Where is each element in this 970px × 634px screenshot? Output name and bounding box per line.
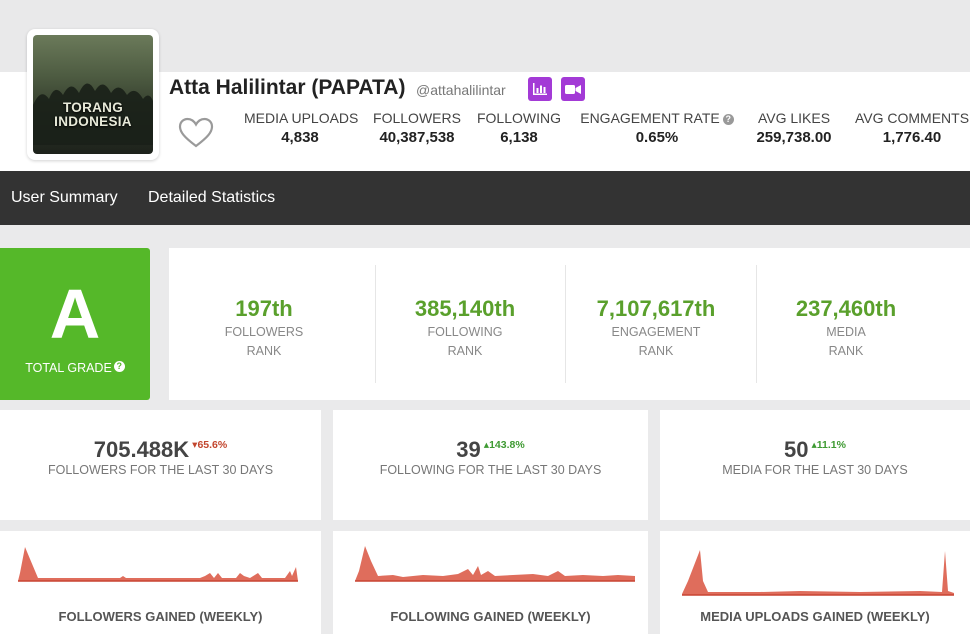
stat-label: FOLLOWERS	[373, 110, 461, 126]
card-value: 50	[784, 437, 809, 462]
tab-detailed-statistics[interactable]: Detailed Statistics	[148, 189, 275, 207]
chart-title: FOLLOWERS GAINED (WEEKLY)	[58, 609, 263, 624]
rank-followers: 197th FOLLOWERS RANK	[174, 295, 354, 361]
stat-value: 4,838	[281, 129, 319, 146]
rank-label: ENGAGEMENT	[611, 325, 701, 339]
sparkline	[682, 550, 954, 596]
change-percent: 143.8%	[489, 439, 525, 451]
rank-engagement: 7,107,617th ENGAGEMENT RANK	[566, 295, 746, 361]
chart-title: FOLLOWING GAINED (WEEKLY)	[390, 609, 591, 624]
media-30-day-card: 50 ▴11.1% MEDIA FOR THE LAST 30 DAYS	[660, 410, 970, 520]
video-button[interactable]	[561, 77, 585, 101]
stat-label: MEDIA UPLOADS	[244, 110, 359, 126]
change-percent: 65.6%	[197, 439, 228, 451]
heart-icon[interactable]	[178, 117, 214, 149]
stat-media-uploads: MEDIA UPLOADS 4,838	[244, 110, 359, 147]
card-label: MEDIA FOR THE LAST 30 DAYS	[722, 463, 908, 477]
rank-label: RANK	[447, 344, 483, 358]
stat-avg-comments: AVG COMMENTS 1,776.40	[854, 110, 970, 147]
stat-label: ENGAGEMENT RATE	[580, 110, 720, 126]
rank-following: 385,140th FOLLOWING RANK	[375, 295, 555, 361]
help-icon[interactable]: ?	[113, 361, 125, 372]
stat-value: 6,138	[500, 129, 538, 146]
stat-following: FOLLOWING 6,138	[475, 110, 563, 147]
card-label: FOLLOWERS FOR THE LAST 30 DAYS	[47, 463, 274, 477]
followers-gained-chart: FOLLOWERS GAINED (WEEKLY)	[0, 531, 321, 634]
stat-label: FOLLOWING	[476, 110, 561, 126]
rank-label: RANK	[638, 344, 674, 358]
rank-label: MEDIA	[826, 325, 866, 339]
stat-label: AVG LIKES	[757, 110, 831, 126]
grade-label: TOTAL GRADE	[25, 361, 112, 375]
rank-media: 237,460th MEDIA RANK	[756, 295, 936, 361]
avatar[interactable]: TORANG INDONESIA	[27, 29, 159, 160]
rank-label: RANK	[828, 344, 864, 358]
sparkline	[355, 546, 635, 582]
rank-label: RANK	[246, 344, 282, 358]
rank-value: 385,140th	[414, 296, 516, 321]
bar-chart-icon	[533, 83, 547, 95]
profile-handle[interactable]: @attahalilintar	[416, 82, 506, 98]
navbar	[0, 171, 970, 225]
total-grade-card: A TOTAL GRADE?	[0, 248, 150, 400]
stat-label: AVG COMMENTS	[854, 110, 970, 126]
card-value: 39	[456, 437, 481, 462]
tab-user-summary[interactable]: User Summary	[11, 189, 118, 207]
following-gained-chart: FOLLOWING GAINED (WEEKLY)	[333, 531, 648, 634]
sparkline	[18, 547, 298, 582]
stat-value: 40,387,538	[379, 129, 455, 146]
stat-value: 0.65%	[635, 129, 679, 146]
media-uploads-gained-chart: MEDIA UPLOADS GAINED (WEEKLY)	[660, 531, 970, 634]
profile-name: Atta Halilintar (PAPATA)	[169, 76, 406, 99]
rank-label: FOLLOWING	[427, 325, 503, 339]
stat-avg-likes: AVG LIKES 259,738.00	[750, 110, 838, 147]
rank-value: 237,460th	[795, 296, 897, 321]
stat-engagement-rate: ENGAGEMENT RATE? 0.65%	[578, 110, 736, 147]
card-label: FOLLOWING FOR THE LAST 30 DAYS	[379, 463, 602, 477]
rank-value: 7,107,617th	[596, 296, 716, 321]
rank-label: FOLLOWERS	[224, 325, 304, 339]
video-camera-icon	[565, 84, 581, 94]
stat-followers: FOLLOWERS 40,387,538	[373, 110, 461, 147]
chart-title: MEDIA UPLOADS GAINED (WEEKLY)	[700, 609, 930, 624]
followers-30-day-card: 705.488K ▾65.6% FOLLOWERS FOR THE LAST 30…	[0, 410, 321, 520]
grade-letter: A	[49, 275, 101, 353]
avatar-caption: TORANG INDONESIA	[54, 100, 132, 129]
rank-value: 197th	[235, 296, 293, 321]
help-icon[interactable]: ?	[722, 114, 734, 125]
avatar-image: TORANG INDONESIA	[33, 35, 153, 154]
following-30-day-card: 39 ▴143.8% FOLLOWING FOR THE LAST 30 DAYS	[333, 410, 648, 520]
card-value: 705.488K	[93, 437, 190, 462]
stats-button[interactable]	[528, 77, 552, 101]
stat-value: 259,738.00	[756, 129, 832, 146]
change-percent: 11.1%	[816, 439, 846, 451]
stat-value: 1,776.40	[882, 129, 942, 146]
